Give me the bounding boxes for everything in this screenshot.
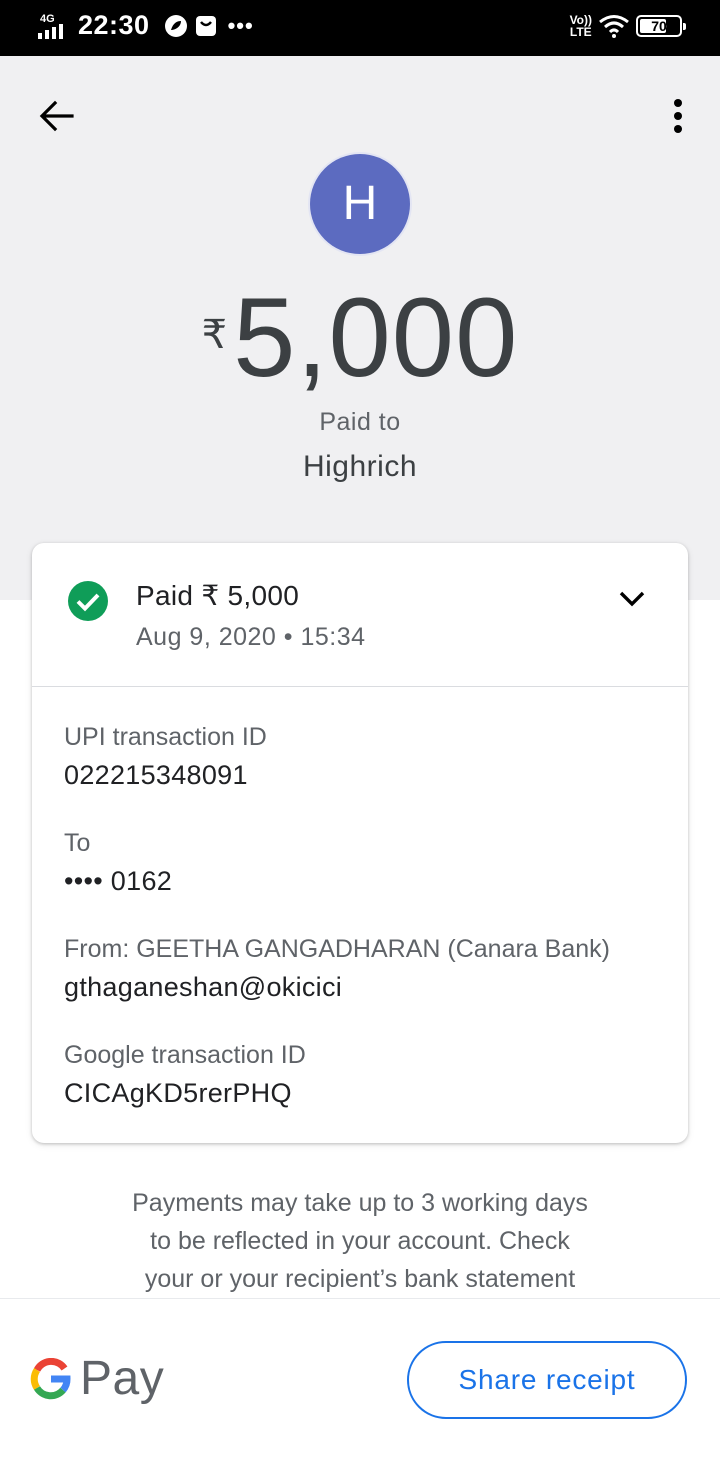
detail-label: Google transaction ID <box>64 1041 306 1069</box>
wifi-icon <box>599 15 629 38</box>
detail-value: 022215348091 <box>64 760 248 790</box>
paid-amount-text: Paid ₹ 5,000 <box>136 580 300 611</box>
amount: ₹5,000 <box>0 278 720 398</box>
detail-from-account: From: GEETHA GANGADHARAN (Canara Bank) g… <box>64 933 610 1005</box>
cell-signal-icon: 4G <box>38 11 72 41</box>
payee-name: Highrich <box>302 450 418 483</box>
bottom-bar: Pay Share receipt <box>0 1298 720 1460</box>
more-notifications-indicator: ••• <box>227 12 254 38</box>
amount-value: 5,000 <box>233 275 519 400</box>
transaction-datetime: Aug 9, 2020 • 15:34 <box>136 623 366 651</box>
detail-value: CICAgKD5rerPHQ <box>64 1078 292 1108</box>
volte-icon: Vo)) LTE <box>569 13 592 39</box>
transaction-card: Paid ₹ 5,000 Aug 9, 2020 • 15:34 UPI tra… <box>32 543 688 1143</box>
back-button[interactable] <box>30 90 82 142</box>
detail-value: gthaganeshan@okicici <box>64 972 343 1002</box>
payment-header: H ₹5,000 Paid to Highrich <box>0 56 720 600</box>
payment-delay-note: Payments may take up to 3 working days t… <box>132 1189 588 1293</box>
detail-upi-transaction-id: UPI transaction ID 022215348091 <box>64 721 267 793</box>
currency-symbol: ₹ <box>201 313 228 357</box>
detail-label: UPI transaction ID <box>64 723 267 751</box>
google-g-icon <box>30 1357 71 1399</box>
pay-wordmark: Pay <box>80 1352 165 1405</box>
battery-level: 70 <box>651 18 667 34</box>
shopping-bag-notification-icon <box>195 15 216 36</box>
check-circle-icon <box>68 581 108 621</box>
more-options-button[interactable] <box>658 90 698 142</box>
expand-details-button[interactable] <box>612 583 652 615</box>
google-pay-logo: Pay <box>30 1351 164 1406</box>
leaf-notification-icon <box>164 14 187 37</box>
share-receipt-button[interactable]: Share receipt <box>407 1341 687 1419</box>
detail-google-transaction-id: Google transaction ID CICAgKD5rerPHQ <box>64 1039 306 1111</box>
battery-icon: 70 <box>636 15 686 37</box>
payee-avatar: H <box>310 154 410 254</box>
chevron-down-icon <box>619 591 645 607</box>
arrow-back-icon <box>39 100 74 132</box>
status-time: 22:30 <box>78 10 150 40</box>
paid-to-label: Paid to <box>319 408 401 436</box>
status-bar: 4G 22:30 ••• Vo)) LTE 70 <box>0 0 720 56</box>
more-vert-icon <box>674 99 682 133</box>
detail-label: From: GEETHA GANGADHARAN (Canara Bank) <box>64 935 610 963</box>
detail-to-account: To •••• 0162 <box>64 827 172 899</box>
detail-value: •••• 0162 <box>64 866 173 896</box>
transaction-summary[interactable]: Paid ₹ 5,000 Aug 9, 2020 • 15:34 <box>32 543 688 687</box>
detail-label: To <box>64 829 91 857</box>
